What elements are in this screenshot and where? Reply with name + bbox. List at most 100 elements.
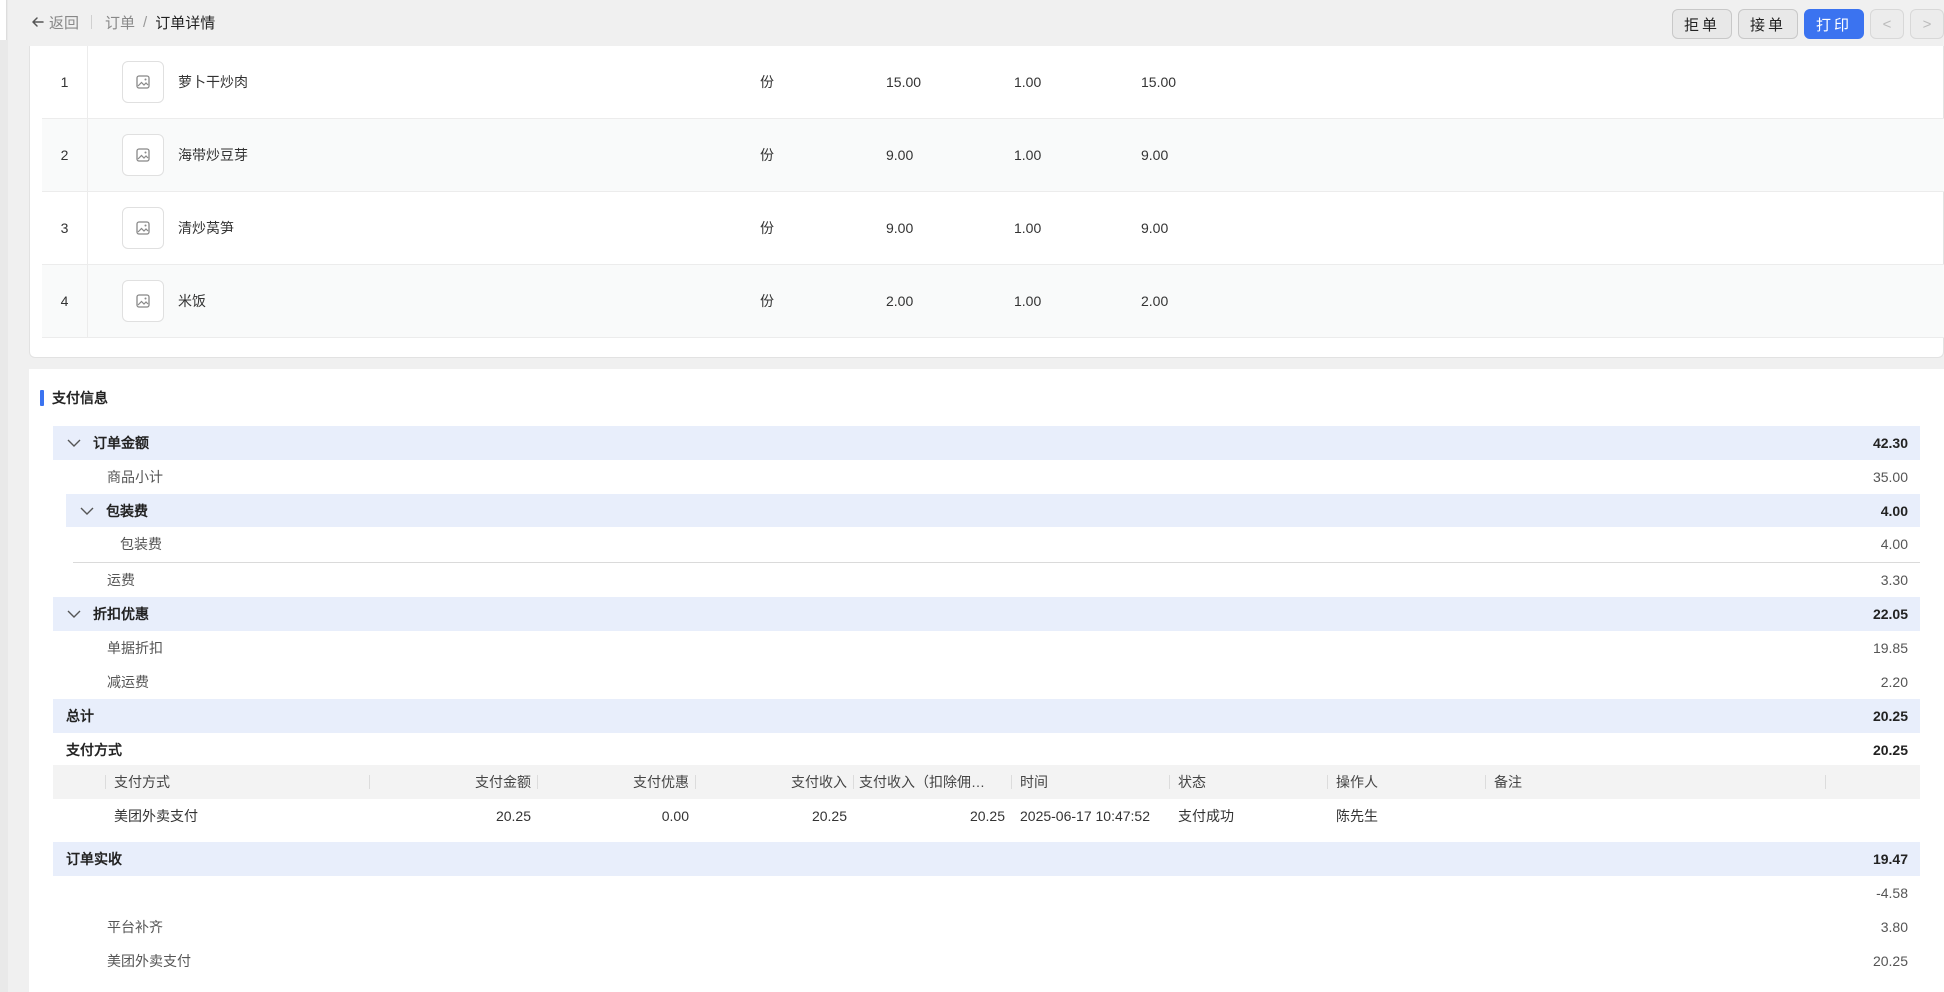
row-label: 单据折扣 [107, 640, 163, 656]
chevron-down-icon[interactable] [65, 605, 83, 623]
column-separator [369, 775, 370, 789]
row-index: 3 [42, 192, 88, 264]
product-unit: 份 [760, 147, 774, 163]
top-bar: 返回 订单 / 订单详情 拒单 接单 打印 < > [8, 0, 1944, 46]
product-price: 2.00 [886, 293, 914, 309]
breadcrumb-orders[interactable]: 订单 [105, 12, 135, 33]
col-status: 状态 [1178, 774, 1206, 790]
payment-info-card: 支付信息 订单金额 42.30 商品小计 35.00 包装费 4.00 包装费 … [29, 369, 1944, 992]
column-separator [1327, 775, 1328, 789]
cell-status: 支付成功 [1178, 808, 1234, 824]
reject-button[interactable]: 拒单 [1671, 9, 1732, 39]
col-operator: 操作人 [1336, 774, 1378, 790]
arrow-left-icon [32, 17, 44, 27]
product-unit: 份 [760, 220, 774, 236]
actual-received-row: 订单实收 19.47 [53, 842, 1920, 876]
left-gutter [0, 0, 8, 992]
product-thumbnail[interactable] [122, 280, 164, 322]
product-price: 15.00 [886, 74, 922, 90]
col-net-income: 支付收入（扣除佣… [859, 774, 985, 790]
goods-subtotal-row: 商品小计 35.00 [53, 460, 1920, 494]
product-name: 海带炒豆芽 [178, 147, 248, 163]
product-qty: 1.00 [1014, 293, 1042, 309]
table-row: 美团外卖支付 20.25 0.00 20.25 20.25 2025-06-17… [53, 799, 1920, 835]
table-row: 2 海带炒豆芽 份 9.00 1.00 9.00 [42, 119, 1944, 192]
chevron-down-icon[interactable] [78, 502, 96, 520]
row-label: 订单实收 [66, 851, 122, 867]
section-title: 支付信息 [40, 389, 108, 407]
row-value: 19.85 [1872, 640, 1908, 656]
column-separator [695, 775, 696, 789]
product-name: 萝卜干炒肉 [178, 74, 248, 90]
row-label: 订单金额 [93, 435, 149, 451]
product-thumbnail[interactable] [122, 61, 164, 103]
adjustment-row: -4.58 [53, 876, 1920, 910]
breadcrumb: 订单 / 订单详情 [105, 12, 215, 33]
col-pay-amount: 支付金额 [475, 774, 531, 790]
meituan-pay-row: 美团外卖支付 20.25 [53, 944, 1920, 978]
accept-button[interactable]: 接单 [1737, 9, 1798, 39]
row-label: 包装费 [106, 502, 148, 519]
next-button[interactable]: > [1910, 9, 1944, 39]
row-value: 3.30 [1880, 572, 1908, 588]
order-items-card: 1 萝卜干炒肉 份 15.00 1.00 15.00 2 海带炒豆芽 份 9.0… [29, 46, 1944, 358]
side-tab[interactable] [0, 0, 7, 40]
column-separator [105, 775, 106, 789]
back-button[interactable]: 返回 [30, 11, 79, 33]
breadcrumb-separator: / [143, 14, 148, 31]
table-row: 3 清炒莴笋 份 9.00 1.00 9.00 [42, 192, 1944, 265]
row-label: 美团外卖支付 [107, 953, 191, 969]
order-amount-row[interactable]: 订单金额 42.30 [53, 426, 1920, 460]
pay-method-row: 支付方式 20.25 [53, 733, 1920, 767]
row-value: 22.05 [1872, 606, 1908, 622]
doc-discount-row: 单据折扣 19.85 [53, 631, 1920, 665]
packing-fee-row: 包装费 4.00 [66, 527, 1920, 561]
column-separator [1825, 775, 1826, 789]
product-price: 9.00 [886, 220, 914, 236]
cell-pay-amount: 20.25 [495, 808, 531, 824]
cell-pay-income: 20.25 [811, 808, 847, 824]
product-amount: 9.00 [1141, 147, 1169, 163]
section-title-text: 支付信息 [52, 390, 108, 406]
row-value: 4.00 [1880, 536, 1908, 552]
shipping-reduction-row: 减运费 2.20 [53, 665, 1920, 699]
prev-button[interactable]: < [1870, 9, 1904, 39]
col-remark: 备注 [1494, 774, 1522, 790]
packing-fee-group-row[interactable]: 包装费 4.00 [66, 494, 1920, 527]
payment-table-header: 支付方式 支付金额 支付优惠 支付收入 支付收入（扣除佣… 时间 状态 操作人 … [53, 765, 1920, 799]
product-price: 9.00 [886, 147, 914, 163]
product-unit: 份 [760, 74, 774, 90]
product-qty: 1.00 [1014, 147, 1042, 163]
column-separator [1485, 775, 1486, 789]
total-row: 总计 20.25 [53, 699, 1920, 733]
table-row: 4 米饭 份 2.00 1.00 2.00 [42, 265, 1944, 338]
row-value: -4.58 [1876, 885, 1908, 901]
product-name: 米饭 [178, 293, 206, 309]
col-pay-method: 支付方式 [114, 774, 170, 790]
discount-group-row[interactable]: 折扣优惠 22.05 [53, 597, 1920, 631]
toolbar-actions: 拒单 接单 打印 < > [1671, 9, 1944, 39]
cell-time: 2025-06-17 10:47:52 [1020, 808, 1150, 824]
image-placeholder-icon [136, 294, 150, 308]
row-label: 包装费 [120, 536, 162, 552]
platform-subsidy-row: 平台补齐 3.80 [53, 910, 1920, 944]
row-label: 运费 [107, 572, 135, 588]
column-separator [537, 775, 538, 789]
section-accent-bar [40, 390, 44, 406]
row-value: 19.47 [1872, 851, 1908, 867]
row-label: 平台补齐 [107, 919, 163, 935]
print-button[interactable]: 打印 [1803, 9, 1864, 39]
column-separator [853, 775, 854, 789]
product-amount: 9.00 [1141, 220, 1169, 236]
row-index: 1 [42, 46, 88, 118]
product-thumbnail[interactable] [122, 134, 164, 176]
product-qty: 1.00 [1014, 220, 1042, 236]
shipping-row: 运费 3.30 [53, 563, 1920, 597]
product-thumbnail[interactable] [122, 207, 164, 249]
row-label: 商品小计 [107, 469, 163, 485]
row-value: 3.80 [1880, 919, 1908, 935]
row-value: 42.30 [1872, 435, 1908, 451]
chevron-down-icon[interactable] [65, 434, 83, 452]
breadcrumb-current: 订单详情 [155, 15, 216, 32]
column-separator [1011, 775, 1012, 789]
